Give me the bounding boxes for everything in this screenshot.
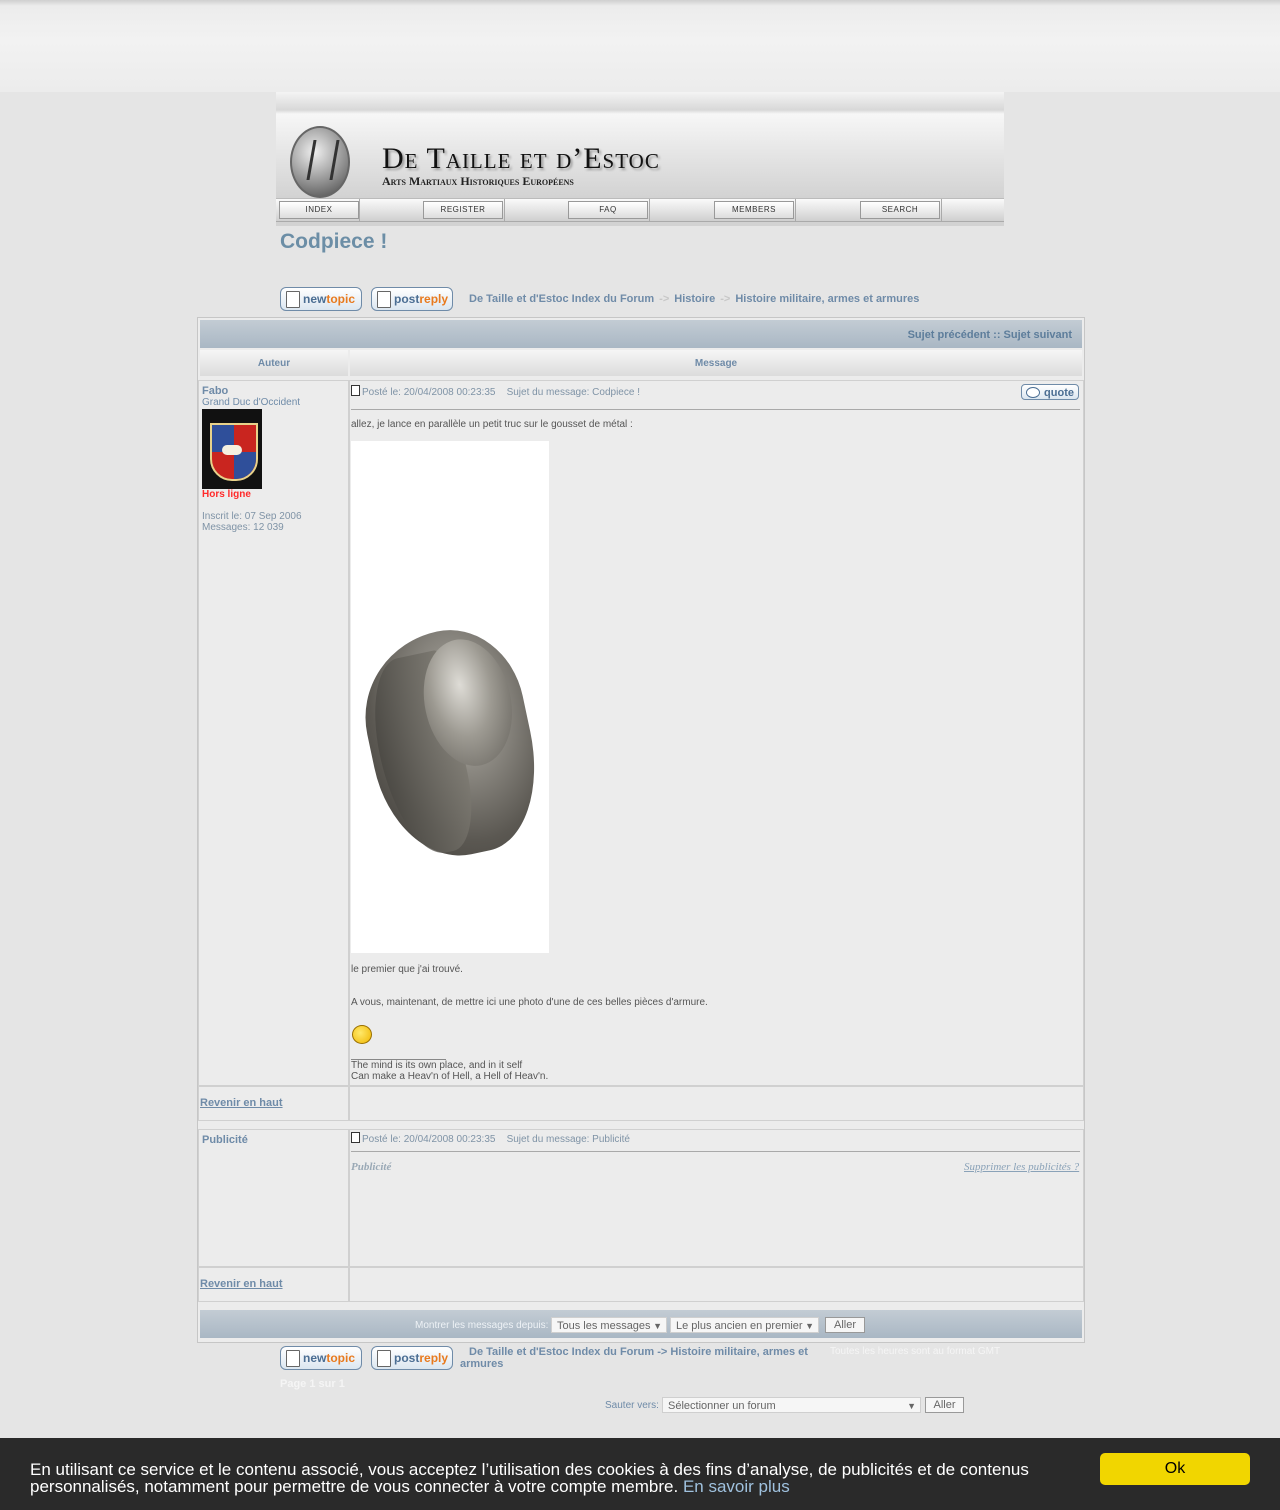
nav-divider (359, 199, 360, 221)
document-icon (286, 291, 300, 308)
nav-faq-button[interactable]: FAQ (568, 201, 648, 219)
post-reply-button[interactable]: postreply (371, 287, 453, 311)
remove-ads-link[interactable]: Supprimer les publicités ? (964, 1161, 1079, 1173)
jump-go-button[interactable]: Aller (925, 1397, 964, 1413)
speech-bubble-icon (1026, 387, 1040, 398)
nav-members-button[interactable]: Members (714, 201, 794, 219)
breadcrumb-forum-link-cont[interactable]: armures (460, 1358, 503, 1370)
post-reply-button[interactable]: postreply (371, 1346, 453, 1370)
post-header: Posté le: 20/04/2008 00:23:35 Sujet du m… (351, 1132, 630, 1145)
post-date: Posté le: 20/04/2008 00:23:35 (362, 1134, 496, 1145)
ad-label: Publicité (351, 1161, 392, 1173)
cookie-accept-button[interactable]: Ok (1100, 1453, 1250, 1485)
breadcrumb: De Taille et d'Estoc Index du Forum -> H… (460, 1346, 808, 1370)
status-badge: Hors ligne (202, 489, 251, 500)
post-header: Posté le: 20/04/2008 00:23:35 Sujet du m… (351, 385, 640, 398)
ad-author-cell: Publicité (198, 1129, 349, 1267)
jump-to-label: Sauter vers: (605, 1400, 659, 1411)
site-subtitle: Arts Martiaux Historiques Européens (382, 174, 574, 188)
prev-next-topic-links[interactable]: Sujet précédent :: Sujet suivant (908, 329, 1072, 341)
ad-message-cell (349, 1129, 1084, 1267)
site-logo-emblem[interactable] (290, 126, 350, 198)
page-indicator: Page 1 sur 1 (280, 1378, 345, 1390)
post-subject: Sujet du message: Codpiece ! (506, 387, 640, 398)
smiley-icon (352, 1025, 372, 1044)
chevron-down-icon: ▼ (907, 1401, 916, 1411)
breadcrumb-forum-link[interactable]: Histoire militaire, armes et armures (735, 293, 919, 305)
jump-to-forum-select[interactable]: Sélectionner un forum ▼ (662, 1397, 921, 1413)
show-since-label: Montrer les messages depuis: (415, 1320, 549, 1331)
post-body-line: allez, je lance en parallèle un petit tr… (351, 419, 633, 430)
nav-divider (941, 199, 942, 221)
author-column-header: Auteur (200, 350, 348, 376)
sort-order-select[interactable]: Le plus ancien en premier ▼ (670, 1317, 819, 1333)
chevron-down-icon: ▼ (805, 1321, 814, 1331)
breadcrumb-forum-index-link[interactable]: De Taille et d'Estoc Index du Forum (469, 293, 654, 305)
post-subject: Sujet du message: Publicité (506, 1134, 630, 1145)
topic-nav-row: Sujet précédent :: Sujet suivant (200, 320, 1082, 348)
chevron-down-icon: ▼ (653, 1321, 662, 1331)
avatar (202, 409, 262, 489)
nav-index-button[interactable]: Index (279, 201, 359, 219)
nav-divider (649, 199, 650, 221)
quote-button[interactable]: quote (1021, 384, 1079, 400)
ad-footer-cell (349, 1267, 1084, 1302)
breadcrumb-forum-link[interactable]: Histoire militaire, armes et (670, 1346, 808, 1358)
timezone-note: Toutes les heures sont au format GMT (830, 1346, 1001, 1357)
show-since-select[interactable]: Tous les messages ▼ (551, 1317, 667, 1333)
topic-table: Sujet précédent :: Sujet suivant Auteur … (197, 317, 1085, 1343)
site-header: De Taille et d’Estoc Arts Martiaux Histo… (276, 92, 1004, 226)
post-icon[interactable] (351, 1132, 360, 1143)
nav-divider (504, 199, 505, 221)
breadcrumb: De Taille et d'Estoc Index du Forum -> His… (469, 293, 920, 305)
site-title[interactable]: De Taille et d’Estoc (382, 142, 660, 176)
topic-title[interactable]: Codpiece ! (280, 230, 387, 254)
divider (351, 1151, 1080, 1152)
signature-line: The mind is its own place, and in it sel… (351, 1060, 523, 1071)
apply-filter-button[interactable]: Aller (825, 1317, 865, 1333)
message-count: Messages: 12 039 (202, 522, 284, 533)
cookie-message: En utilisant ce service et le contenu as… (30, 1460, 1029, 1496)
learn-more-link[interactable]: En savoir plus (683, 1477, 790, 1496)
post-date: Posté le: 20/04/2008 00:23:35 (362, 387, 496, 398)
main-nav: Index Register FAQ Members Search (276, 198, 1004, 222)
divider (351, 409, 1080, 410)
breadcrumb-forum-index-link[interactable]: De Taille et d'Estoc Index du Forum (469, 1346, 654, 1358)
document-icon (286, 1350, 300, 1367)
post-body-line: A vous, maintenant, de mettre ici une ph… (351, 997, 708, 1008)
document-icon (377, 291, 391, 308)
cookie-consent-banner: En utilisant ce service et le contenu as… (0, 1438, 1280, 1510)
post-body-line: le premier que j'ai trouvé. (351, 964, 463, 975)
new-topic-button[interactable]: newtopic (280, 287, 362, 311)
join-date: Inscrit le: 07 Sep 2006 (202, 511, 302, 522)
post-author-rank: Grand Duc d'Occident (202, 397, 301, 408)
post-footer-cell (349, 1086, 1084, 1121)
back-to-top-link[interactable]: Revenir en haut (200, 1097, 283, 1109)
back-to-top-link[interactable]: Revenir en haut (200, 1278, 283, 1290)
signature-line: Can make a Heav'n of Hell, a Hell of Hea… (351, 1071, 549, 1082)
nav-register-button[interactable]: Register (423, 201, 503, 219)
breadcrumb-category-link[interactable]: Histoire (674, 293, 715, 305)
message-column-header: Message (350, 350, 1082, 376)
document-icon (377, 1350, 391, 1367)
nav-divider (795, 199, 796, 221)
codpiece-armor-image (349, 616, 553, 871)
top-banner-area (0, 0, 1280, 92)
ad-author-name: Publicité (202, 1134, 248, 1146)
post-icon[interactable] (351, 385, 360, 396)
codpiece-photo (349, 441, 553, 953)
post-author-cell: Fabo Grand Duc d'Occident Hors ligne Ins… (198, 380, 349, 1086)
nav-search-button[interactable]: Search (860, 201, 940, 219)
coat-of-arms-shield (210, 423, 258, 481)
post-author-name[interactable]: Fabo (202, 385, 345, 397)
new-topic-button[interactable]: newtopic (280, 1346, 362, 1370)
